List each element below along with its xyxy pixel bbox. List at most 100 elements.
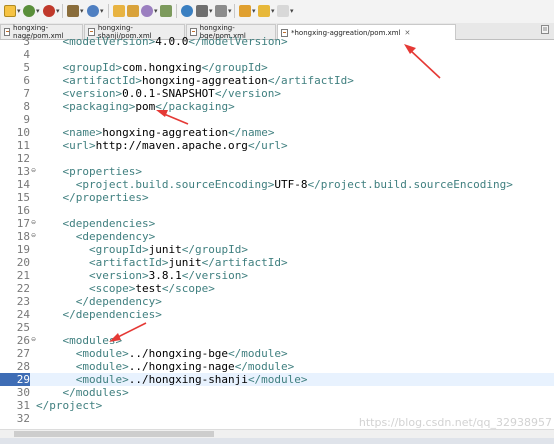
xml-tag: </properties>	[36, 191, 149, 204]
code-text[interactable]: <artifactId>hongxing-aggreation</artifac…	[36, 74, 353, 87]
chevron-down-icon: ▾	[271, 7, 275, 15]
code-text[interactable]: <module>../hongxing-bge</module>	[36, 347, 288, 360]
code-text[interactable]: </modules>	[36, 386, 128, 399]
code-text[interactable]: <dependency>	[36, 230, 155, 243]
code-text[interactable]: <url>http://maven.apache.org</url>	[36, 139, 287, 152]
line-number: 30	[16, 386, 30, 399]
chevron-down-icon: ▾	[56, 7, 60, 15]
code-text[interactable]: <version>3.8.1</version>	[36, 269, 248, 282]
pin-button[interactable]	[160, 4, 172, 18]
xml-editor[interactable]: 3 <modelVersion>4.0.0</modelVersion> 4 5 <…	[0, 35, 554, 436]
xml-tag: </modelVersion>	[188, 35, 288, 48]
code-line[interactable]: 12	[0, 152, 554, 165]
code-text[interactable]: <properties>	[36, 165, 141, 178]
xml-value: com.hongxing	[122, 61, 202, 74]
line-number: 4	[23, 48, 30, 61]
xml-tag: <artifactId>	[36, 256, 169, 269]
code-line[interactable]: 31 </project>	[0, 399, 554, 412]
line-number: 5	[23, 61, 30, 74]
code-line[interactable]: 29 <module>../hongxing-shanji</module>	[0, 373, 554, 386]
xml-tag: </version>	[181, 269, 248, 282]
code-text[interactable]: <modules>	[36, 334, 122, 347]
code-line[interactable]: 4	[0, 48, 554, 61]
forward-button[interactable]: ▾	[277, 4, 294, 18]
line-number: 3	[23, 35, 30, 48]
code-text[interactable]: <project.build.sourceEncoding>UTF-8</pro…	[36, 178, 513, 191]
code-text[interactable]: <name>hongxing-aggreation</name>	[36, 126, 274, 139]
code-line[interactable]: 7 <version>0.0.1-SNAPSHOT</version>	[0, 87, 554, 100]
xml-tag: <modules>	[36, 334, 123, 347]
line-number: 24	[16, 308, 30, 321]
code-line[interactable]: 5 <groupId>com.hongxing</groupId>	[0, 61, 554, 74]
code-line[interactable]: 27 <module>../hongxing-bge</module>	[0, 347, 554, 360]
scrollbar-thumb[interactable]	[14, 431, 214, 437]
code-line[interactable]: 22 <scope>test</scope>	[0, 282, 554, 295]
code-line[interactable]: 23 </dependency>	[0, 295, 554, 308]
annotation-button[interactable]: ▾	[196, 4, 213, 18]
code-text[interactable]: <packaging>pom</packaging>	[36, 100, 234, 113]
code-text[interactable]: <groupId>com.hongxing</groupId>	[36, 61, 267, 74]
xml-value: junit	[148, 243, 182, 256]
last-edit-button[interactable]: ▾	[239, 4, 256, 18]
line-number: 16	[16, 204, 30, 217]
external-tools-button[interactable]: ▾	[67, 4, 84, 18]
globe-button[interactable]	[181, 4, 193, 18]
code-line[interactable]: 21 <version>3.8.1</version>	[0, 269, 554, 282]
xml-tag: </scope>	[161, 282, 215, 295]
xml-tag: </dependencies>	[36, 308, 162, 321]
coverage-icon	[87, 5, 99, 17]
forward-arrow-icon	[277, 5, 289, 17]
code-line[interactable]: 8 <packaging>pom</packaging>	[0, 100, 554, 113]
chevron-down-icon: ▾	[228, 7, 232, 15]
open-type-button[interactable]	[127, 4, 139, 18]
new-file-icon	[4, 5, 16, 17]
line-number: 13	[16, 165, 30, 178]
code-text[interactable]: <modelVersion>4.0.0</modelVersion>	[36, 35, 288, 48]
code-text[interactable]: <scope>test</scope>	[36, 282, 215, 295]
code-line[interactable]: 13 ⊖ <properties>	[0, 165, 554, 178]
code-line[interactable]: 24 </dependencies>	[0, 308, 554, 321]
code-text[interactable]: <version>0.0.1-SNAPSHOT</version>	[36, 87, 281, 100]
xml-value: ../hongxing-bge	[128, 347, 229, 360]
code-line[interactable]: 18 ⊖ <dependency>	[0, 230, 554, 243]
open-folder-button[interactable]	[113, 4, 125, 18]
code-line[interactable]: 6 <artifactId>hongxing-aggreation</artif…	[0, 74, 554, 87]
xml-value: hongxing-aggreation	[141, 74, 268, 87]
code-line[interactable]: 28 <module>../hongxing-nage</module>	[0, 360, 554, 373]
tab-list-icon[interactable]	[541, 25, 549, 34]
code-text[interactable]: <module>../hongxing-shanji</module>	[36, 373, 308, 386]
code-line[interactable]: 17 ⊖ <dependencies>	[0, 217, 554, 230]
next-annotation-button[interactable]: ▾	[215, 4, 232, 18]
code-line[interactable]: 15 </properties>	[0, 191, 554, 204]
line-number: 18	[16, 230, 30, 243]
xml-tag: <dependency>	[36, 230, 156, 243]
line-number: 23	[16, 295, 30, 308]
code-line[interactable]: 19 <groupId>junit</groupId>	[0, 243, 554, 256]
run-button[interactable]: ▾	[43, 4, 60, 18]
code-text[interactable]: <dependencies>	[36, 217, 155, 230]
code-line[interactable]: 25	[0, 321, 554, 334]
code-text[interactable]: <groupId>junit</groupId>	[36, 243, 248, 256]
code-text[interactable]: </dependency>	[36, 295, 162, 308]
code-line[interactable]: 11 <url>http://maven.apache.org</url>	[0, 139, 554, 152]
search-button[interactable]: ▾	[141, 4, 158, 18]
code-line[interactable]: 30 </modules>	[0, 386, 554, 399]
new-button[interactable]: ▾	[4, 4, 21, 18]
code-line[interactable]: 9	[0, 113, 554, 126]
code-line[interactable]: 10 <name>hongxing-aggreation</name>	[0, 126, 554, 139]
line-number: 6	[23, 74, 30, 87]
code-line[interactable]: 14 <project.build.sourceEncoding>UTF-8</…	[0, 178, 554, 191]
debug-button[interactable]: ▾	[23, 4, 40, 18]
code-line[interactable]: 20 <artifactId>junit</artifactId>	[0, 256, 554, 269]
code-line[interactable]: 3 <modelVersion>4.0.0</modelVersion>	[0, 35, 554, 48]
code-text[interactable]: </project>	[36, 399, 102, 412]
code-line[interactable]: 16	[0, 204, 554, 217]
code-text[interactable]: </properties>	[36, 191, 149, 204]
code-text[interactable]: <artifactId>junit</artifactId>	[36, 256, 288, 269]
coverage-button[interactable]: ▾	[87, 4, 104, 18]
code-line[interactable]: 26 ⊖ <modules>	[0, 334, 554, 347]
back-button[interactable]: ▾	[258, 4, 275, 18]
code-text[interactable]: </dependencies>	[36, 308, 162, 321]
xml-value: junit	[168, 256, 202, 269]
code-text[interactable]: <module>../hongxing-nage</module>	[36, 360, 295, 373]
